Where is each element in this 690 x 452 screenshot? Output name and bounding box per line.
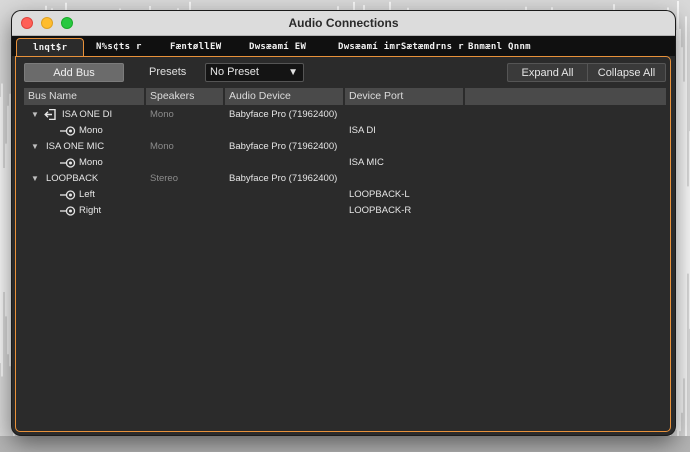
channel-name: Mono — [79, 125, 103, 136]
channel-port[interactable]: ISA MIC — [349, 157, 384, 168]
connections-panel: Add Bus Presets No Preset ▼ Expand All C… — [15, 56, 671, 432]
bus-device: Babyface Pro (71962400) — [229, 141, 338, 152]
bus-name: ISA ONE MIC — [46, 141, 105, 152]
table-row[interactable]: Left LOOPBACK-L — [24, 187, 666, 203]
channel-port[interactable]: LOOPBACK-R — [349, 205, 411, 216]
output-arrow-icon — [44, 109, 56, 120]
bus-name: ISA ONE DI — [62, 109, 113, 120]
column-bus-name[interactable]: Bus Name — [24, 88, 144, 105]
disclosure-triangle-icon[interactable]: ▼ — [31, 142, 39, 151]
disclosure-triangle-icon[interactable]: ▼ — [31, 110, 39, 119]
disclosure-triangle-icon[interactable]: ▼ — [31, 174, 39, 183]
tab-external-fx[interactable]: Dwsæamí EW — [249, 38, 306, 56]
channel-name: Left — [79, 189, 95, 200]
channel-name: Right — [79, 205, 102, 216]
table-row[interactable]: Mono ISA MIC — [24, 155, 666, 171]
collapse-all-button[interactable]: Collapse All — [587, 63, 666, 82]
channel-port[interactable]: ISA DI — [349, 125, 376, 136]
bus-speakers: Mono — [150, 109, 174, 120]
presets-label: Presets — [149, 66, 187, 78]
tab-bar: lnqt$r N%s¢ts r FæntøllEW Dwsæamí EW Dws… — [12, 36, 675, 58]
tab-input[interactable]: lnqt$r — [16, 38, 85, 58]
table-row[interactable]: ▼ ISA ONE MIC Mono Babyface Pro (7196240… — [24, 139, 666, 155]
channel-port[interactable]: LOOPBACK-L — [349, 189, 410, 200]
column-extra — [465, 88, 666, 105]
port-icon — [60, 126, 76, 136]
bus-name: LOOPBACK — [46, 173, 99, 184]
bus-speakers: Stereo — [150, 173, 178, 184]
preset-select-value: No Preset — [210, 66, 259, 78]
tab-output[interactable]: N%s¢ts r — [96, 38, 142, 56]
port-icon — [60, 158, 76, 168]
expand-all-button[interactable]: Expand All — [507, 63, 587, 82]
table-row[interactable]: Right LOOPBACK-R — [24, 203, 666, 219]
audio-connections-window: Audio Connections lnqt$r N%s¢ts r Fæntøl… — [12, 11, 675, 435]
dropdown-arrow-icon: ▼ — [288, 67, 298, 78]
bus-tree: ▼ ISA ONE DI Mono Babyface Pro (71962400… — [24, 107, 666, 219]
tab-fx[interactable]: FæntøllEW — [170, 38, 221, 56]
window-title: Audio Connections — [288, 16, 399, 30]
table-row[interactable]: ▼ ISA ONE DI Mono Babyface Pro (71962400… — [24, 107, 666, 123]
column-device-port[interactable]: Device Port — [345, 88, 463, 105]
title-bar: Audio Connections — [12, 11, 675, 36]
tab-external-instruments[interactable]: Dwsæamí imrSætæmdrns r — [338, 38, 464, 56]
bus-device: Babyface Pro (71962400) — [229, 109, 338, 120]
table-row[interactable]: Mono ISA DI — [24, 123, 666, 139]
preset-select[interactable]: No Preset ▼ — [205, 63, 304, 82]
bus-device: Babyface Pro (71962400) — [229, 173, 338, 184]
table-row[interactable]: ▼ LOOPBACK Stereo Babyface Pro (71962400… — [24, 171, 666, 187]
channel-name: Mono — [79, 157, 103, 168]
table-header: Bus Name Speakers Audio Device Device Po… — [24, 88, 666, 105]
column-audio-device[interactable]: Audio Device — [225, 88, 343, 105]
column-speakers[interactable]: Speakers — [146, 88, 223, 105]
port-icon — [60, 206, 76, 216]
bus-speakers: Mono — [150, 141, 174, 152]
add-bus-button[interactable]: Add Bus — [24, 63, 124, 82]
tab-studio[interactable]: Bnmænl Qnnm — [468, 38, 531, 56]
port-icon — [60, 190, 76, 200]
